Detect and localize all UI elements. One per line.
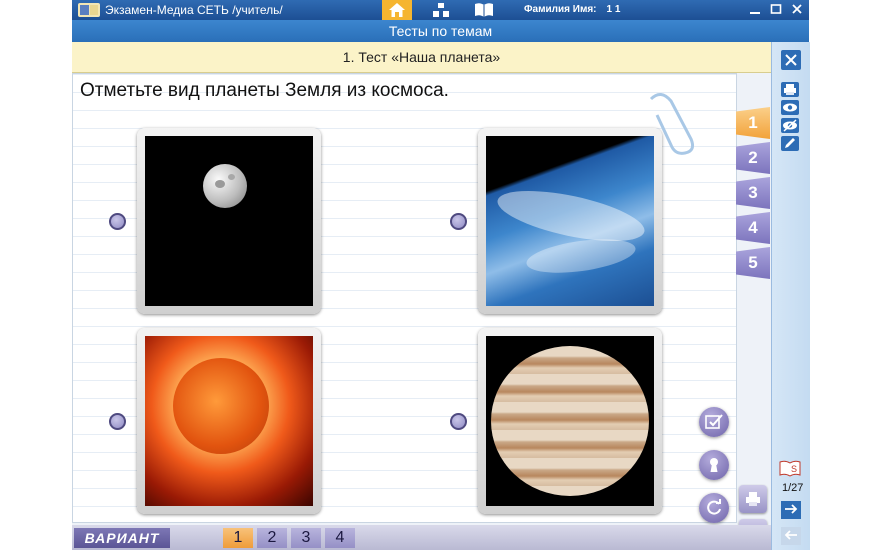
- refresh-icon: [707, 499, 721, 515]
- eye-icon: [783, 103, 797, 112]
- question-tab-2[interactable]: 2: [736, 142, 770, 174]
- arrow-right-icon: [785, 504, 798, 514]
- printer-icon: [746, 492, 760, 506]
- next-button[interactable]: [781, 501, 801, 519]
- home-icon: [389, 3, 405, 17]
- edit-button[interactable]: [781, 136, 799, 151]
- book-icon: S: [779, 460, 801, 477]
- app-logo-icon: [78, 3, 100, 17]
- keyhole-icon: [710, 458, 718, 472]
- test-title: 1. Тест «Наша планета»: [72, 42, 771, 73]
- hide-answer-button[interactable]: [781, 118, 799, 133]
- variant-bar: ВАРИАНТ 1 2 3 4: [72, 525, 771, 550]
- print-button[interactable]: [781, 82, 799, 97]
- question-text: Отметьте вид планеты Земля из космоса.: [80, 80, 449, 101]
- app-window: Экзамен-Медиа СЕТЬ /учитель/ Фамилия Имя…: [72, 0, 810, 550]
- arrow-left-icon: [784, 530, 797, 540]
- printer-icon: [784, 84, 796, 95]
- show-answer-button[interactable]: [781, 100, 799, 115]
- print-results-button[interactable]: [739, 485, 767, 513]
- pencil-icon: [785, 138, 795, 148]
- close-icon: [785, 54, 797, 66]
- eye-crossed-icon: [783, 119, 797, 132]
- book-icon: [475, 3, 493, 17]
- earth-image: [486, 136, 654, 306]
- option-1-card[interactable]: [137, 128, 321, 314]
- option-2-card[interactable]: [478, 128, 662, 314]
- variant-button-4[interactable]: 4: [325, 528, 355, 548]
- structure-button[interactable]: [426, 0, 456, 20]
- section-title: Тесты по темам: [72, 20, 809, 42]
- variant-button-2[interactable]: 2: [257, 528, 287, 548]
- checkbox-icon: [705, 414, 723, 429]
- jupiter-image: [486, 336, 654, 506]
- svg-text:S: S: [791, 464, 797, 474]
- check-answer-button[interactable]: [699, 407, 729, 437]
- option-4-card[interactable]: [478, 328, 662, 514]
- variant-button-3[interactable]: 3: [291, 528, 321, 548]
- title-bar: Экзамен-Медиа СЕТЬ /учитель/ Фамилия Имя…: [72, 0, 809, 20]
- close-icon: [792, 4, 802, 14]
- option-1-radio[interactable]: [109, 213, 126, 230]
- option-2-radio[interactable]: [450, 213, 467, 230]
- minimize-icon: [750, 12, 760, 14]
- moon-image: [145, 136, 313, 306]
- home-button[interactable]: [382, 0, 412, 20]
- user-label: Фамилия Имя:: [524, 4, 597, 15]
- hint-button[interactable]: [699, 450, 729, 480]
- right-toolbar: S 1/27: [771, 42, 810, 550]
- minimize-button[interactable]: [747, 2, 763, 18]
- variant-label: ВАРИАНТ: [74, 528, 170, 548]
- prev-button[interactable]: [781, 527, 801, 545]
- question-tab-4[interactable]: 4: [736, 212, 770, 244]
- option-4-radio[interactable]: [450, 413, 467, 430]
- window-close-button[interactable]: [789, 2, 805, 18]
- book-button[interactable]: [468, 0, 498, 20]
- close-test-button[interactable]: [781, 50, 801, 70]
- option-3-radio[interactable]: [109, 413, 126, 430]
- maximize-button[interactable]: [768, 2, 784, 18]
- app-title: Экзамен-Медиа СЕТЬ /учитель/: [105, 3, 283, 17]
- variant-button-1[interactable]: 1: [223, 528, 253, 548]
- sun-image: [145, 336, 313, 506]
- option-3-card[interactable]: [137, 328, 321, 514]
- page-counter: 1/27: [782, 482, 804, 494]
- reset-button[interactable]: [699, 493, 729, 523]
- user-value: 1 1: [606, 4, 621, 15]
- structure-icon: [433, 3, 449, 17]
- question-tab-5[interactable]: 5: [736, 247, 770, 279]
- question-tab-3[interactable]: 3: [736, 177, 770, 209]
- user-info: Фамилия Имя: 1 1: [524, 4, 620, 15]
- question-area: Отметьте вид планеты Земля из космоса.: [72, 73, 737, 523]
- maximize-icon: [770, 4, 782, 14]
- question-tab-1[interactable]: 1: [736, 107, 770, 139]
